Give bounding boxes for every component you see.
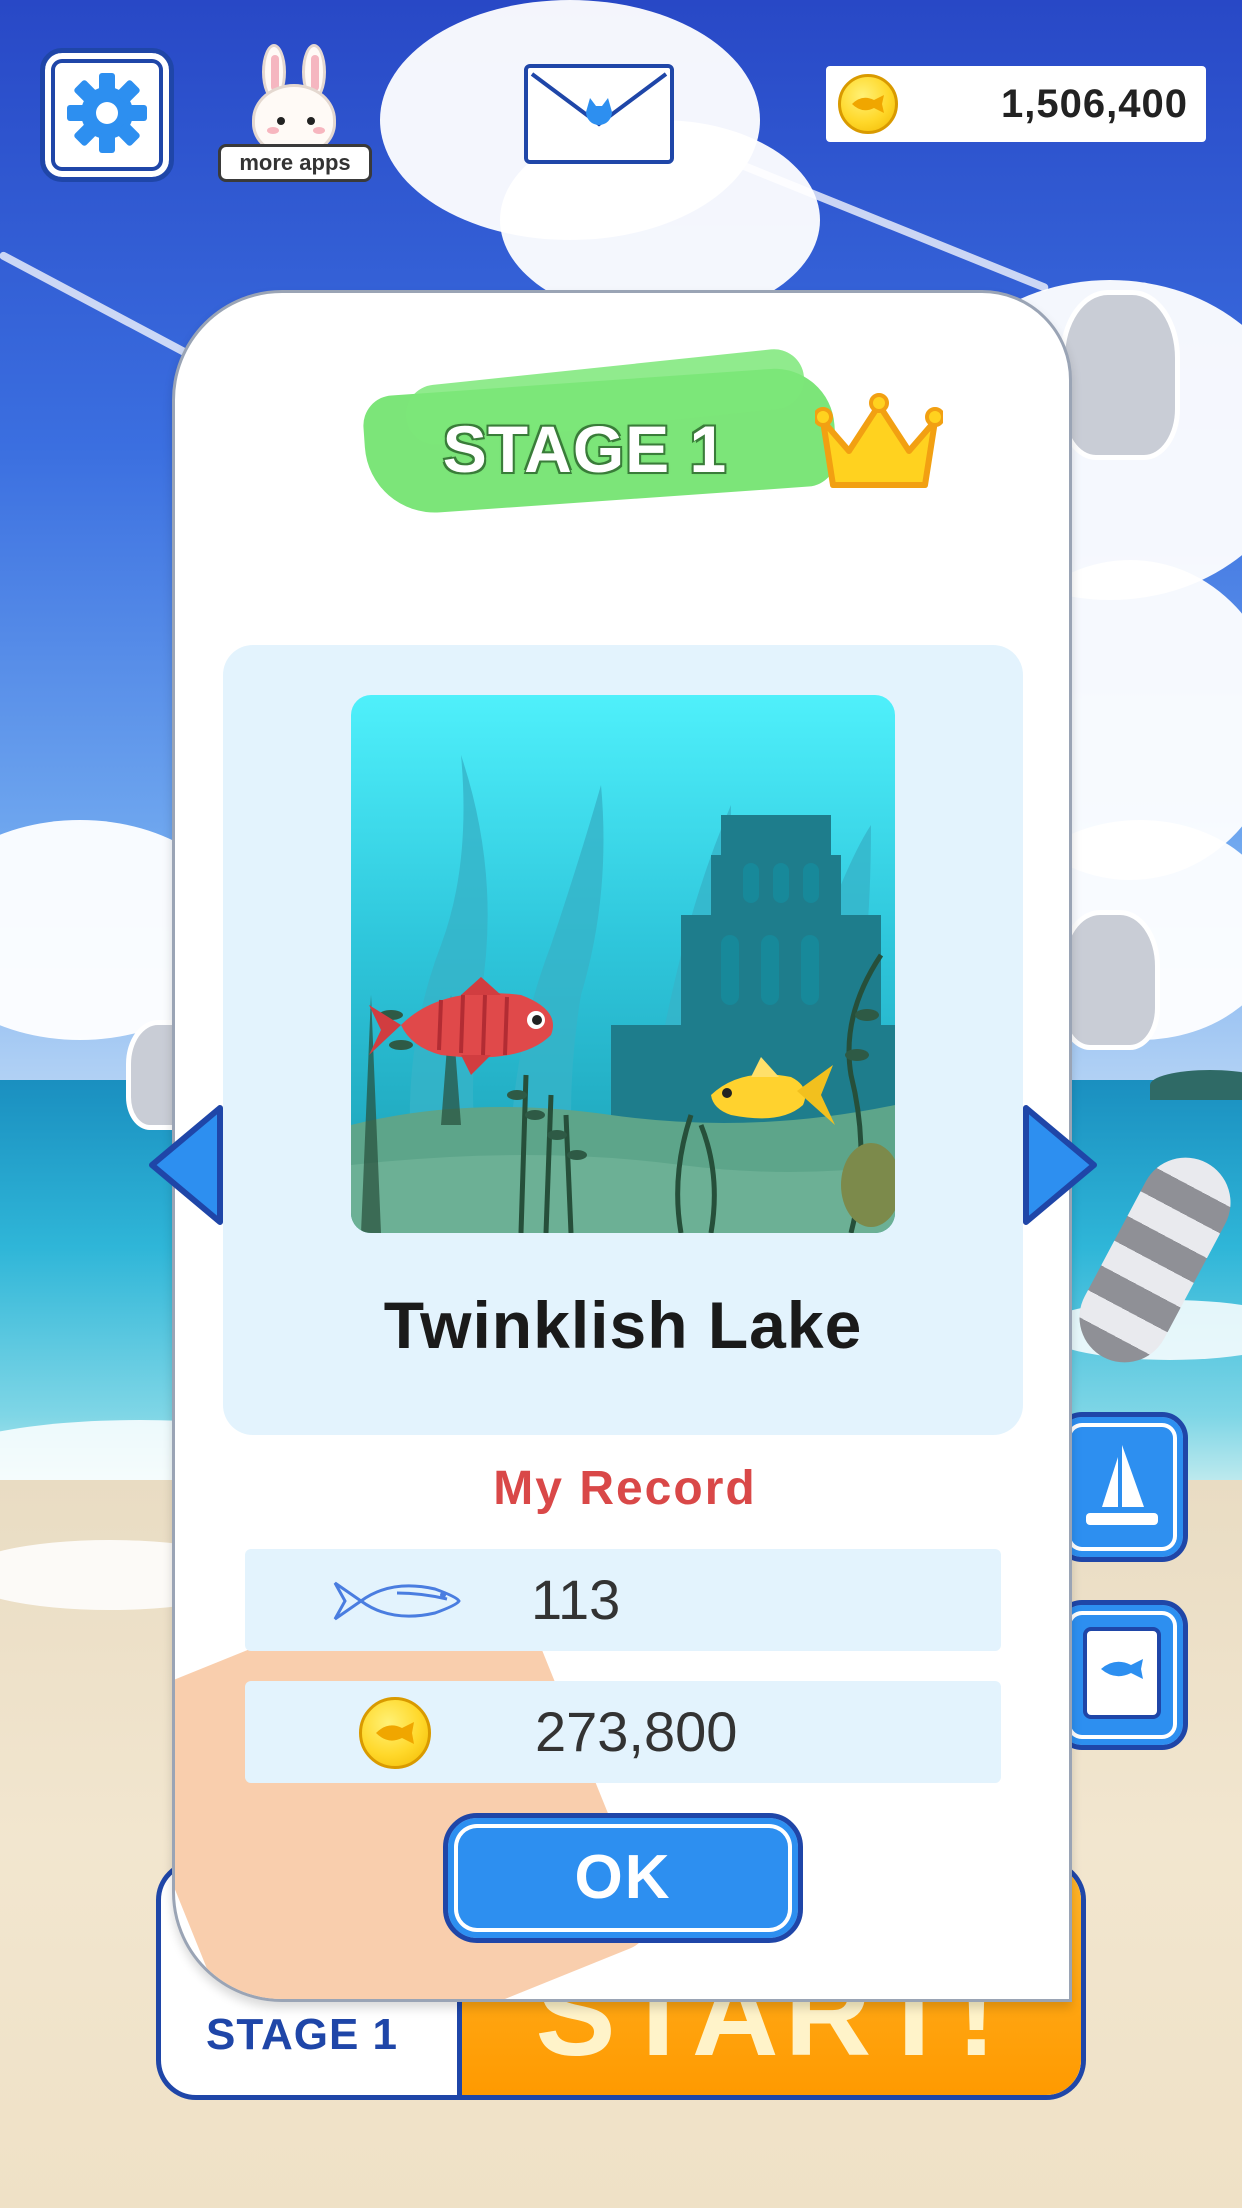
mail-button[interactable] [524, 64, 674, 164]
envelope-icon [528, 72, 670, 160]
bunny-cheek [267, 127, 279, 134]
stage-card: Twinklish Lake [223, 645, 1023, 1435]
coin-icon [838, 74, 898, 134]
stage-name: Twinklish Lake [383, 1288, 863, 1362]
fish-count-value: 113 [531, 1568, 621, 1631]
cat-paw [1060, 290, 1180, 460]
fish-book-button[interactable] [1056, 1600, 1188, 1750]
cat-paw [1060, 910, 1160, 1050]
bunny-cheek [313, 127, 325, 134]
more-apps-button[interactable]: more apps [218, 40, 372, 182]
fish-outline-icon [331, 1577, 463, 1629]
island [1150, 1070, 1242, 1100]
my-record-heading: My Record [493, 1462, 757, 1515]
coin-record-value: 273,800 [535, 1700, 738, 1763]
coin-balance-value: 1,506,400 [1001, 82, 1188, 126]
current-stage-label: STAGE 1 [206, 2010, 399, 2059]
fish-book-icon [1079, 1623, 1165, 1727]
crown-icon [813, 393, 945, 501]
previous-stage-arrow-icon[interactable] [142, 1100, 232, 1230]
record-row-coins: 273,800 [245, 1681, 1001, 1783]
coin-balance-display: 1,506,400 [826, 66, 1206, 142]
more-apps-label: more apps [218, 144, 372, 182]
settings-button[interactable] [40, 48, 174, 182]
next-stage-arrow-icon[interactable] [1014, 1100, 1104, 1230]
ok-button[interactable]: OK [443, 1813, 803, 1943]
gear-icon [65, 71, 149, 159]
bunny-eye [277, 117, 285, 125]
record-row-fish-count: 113 [245, 1549, 1001, 1651]
sailboat-icon [1082, 1435, 1162, 1539]
stage-detail-dialog: STAGE 1 Twinklish Lake My Record 113 273… [172, 290, 1072, 2002]
stage-title: STAGE 1 [442, 412, 728, 486]
coin-icon [359, 1697, 431, 1769]
boat-button[interactable] [1056, 1412, 1188, 1562]
bunny-eye [307, 117, 315, 125]
stage-title-banner: STAGE 1 [361, 333, 885, 533]
stage-preview-image [351, 695, 895, 1233]
